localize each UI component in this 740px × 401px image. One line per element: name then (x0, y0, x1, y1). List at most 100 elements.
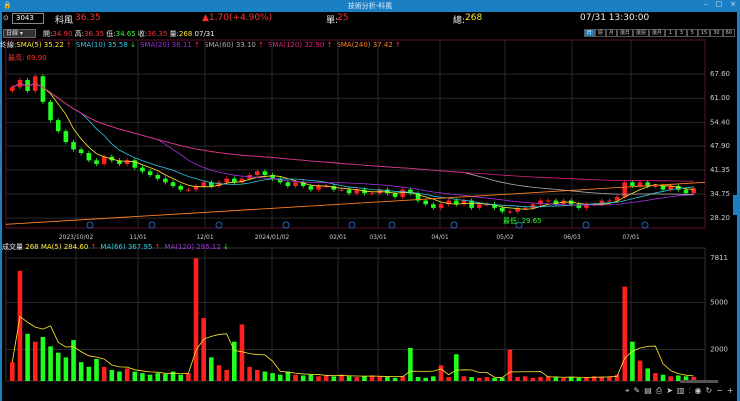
event-marker-icon (348, 221, 356, 229)
volume-bar (431, 376, 436, 381)
volume-bar (293, 374, 298, 381)
volume-bar (522, 376, 528, 381)
volume-bar (254, 369, 260, 381)
refresh-icon[interactable]: ↻ (705, 386, 712, 396)
volume-bar (224, 369, 229, 381)
price-volume-chart[interactable]: 2023/10/02 11/01 12/01 2024/01/02 02/01 03/01… (0, 0, 740, 401)
event-marker-icon (282, 221, 290, 229)
volume-tick: 7811 (710, 254, 728, 262)
volume-ma5-line (11, 315, 694, 378)
candle (637, 182, 643, 186)
candle (507, 211, 513, 213)
indicator-icon[interactable]: ⫶ (688, 386, 690, 396)
zoom-in-icon[interactable]: + (727, 386, 734, 396)
volume-bar (392, 377, 398, 381)
volume-bar (438, 365, 444, 381)
price-tick: 41.35 (710, 166, 730, 174)
volume-bar (362, 376, 367, 381)
candle (530, 204, 536, 208)
volume-bar (109, 369, 115, 381)
candle (499, 207, 505, 212)
candle (630, 182, 635, 186)
candle (101, 156, 107, 165)
candle (400, 189, 406, 197)
volume-bar (499, 377, 505, 381)
volume-bar (147, 374, 153, 381)
volume-bar (300, 375, 306, 381)
print-icon[interactable]: ⎙ (656, 386, 662, 396)
sma-20-line (12, 83, 694, 206)
volume-bar (78, 362, 84, 381)
event-marker-icon (388, 221, 396, 229)
event-marker-icon (641, 221, 649, 229)
cursor-icon[interactable]: ⌖ (625, 386, 630, 396)
event-marker-icon (148, 221, 156, 229)
volume-bar (446, 377, 451, 381)
vol-ma-item-1: MA(66) 367.95 ↑ (100, 243, 161, 251)
low-marker: 最低: 29.65 (503, 216, 542, 225)
volume-bar (622, 286, 628, 381)
candle (10, 87, 15, 91)
volume-bar (653, 373, 658, 381)
volume-bar (538, 377, 543, 381)
volume-bar (568, 377, 574, 381)
horizontal-scrollbar[interactable] (680, 380, 718, 383)
volume-bar (186, 373, 191, 381)
volume-bar (285, 371, 291, 381)
draw-icon[interactable]: ✎ (634, 386, 641, 396)
zoom-out-icon[interactable]: − (716, 386, 723, 396)
candle (86, 153, 92, 161)
candle (285, 182, 291, 186)
volume-bar (645, 368, 651, 381)
candle (545, 200, 551, 202)
eye-icon[interactable]: ◉ (694, 386, 701, 396)
candle (201, 182, 206, 186)
vol-ma-item-0: MA(5) 284.60 ↑ (40, 243, 97, 251)
volume-legend: 成交量 268 MA(5) 284.60 ↑ MA(66) 367.95 ↑ MA(… (2, 242, 233, 252)
volume-bar (247, 366, 252, 381)
sma-60-line (12, 83, 694, 195)
candle (78, 149, 84, 154)
volume-bar (484, 377, 490, 381)
date-tick: 05/02 (496, 234, 513, 241)
pointer-icon[interactable]: ➤ (666, 386, 673, 396)
date-tick: 04/01 (431, 234, 448, 241)
volume-bar (262, 371, 268, 381)
volume-bar (576, 377, 582, 381)
volume-bar (561, 377, 566, 381)
candle (155, 174, 161, 179)
volume-bar (637, 360, 643, 381)
volume-bar (377, 376, 383, 381)
volume-bar (346, 376, 352, 381)
date-tick: 2023/10/02 (59, 234, 94, 241)
volume-bar (476, 377, 482, 381)
candle (660, 185, 666, 190)
price-tick: 47.90 (710, 142, 730, 150)
price-tick: 61.00 (710, 94, 730, 102)
sma-10-line (12, 83, 694, 208)
volume-bar (530, 377, 536, 381)
candle (653, 185, 658, 187)
candle (140, 167, 145, 172)
volume-bar (492, 377, 497, 381)
volume-bar (124, 368, 130, 381)
layout-icon[interactable]: ▥ (677, 386, 685, 396)
note-icon[interactable]: ▤ (644, 386, 652, 396)
volume-bar (193, 258, 199, 381)
event-marker-icon (215, 221, 223, 229)
volume-bar (178, 374, 184, 381)
volume-bar (117, 371, 122, 381)
volume-bar (515, 377, 520, 381)
candle (170, 182, 176, 186)
vertical-scrollbar[interactable] (733, 195, 738, 215)
candle (339, 189, 344, 191)
volume-legend-label: 成交量 (2, 243, 23, 251)
date-tick: 12/01 (196, 234, 213, 241)
volume-bar (469, 377, 474, 381)
volume-bar (155, 373, 161, 381)
date-tick: 03/01 (369, 234, 386, 241)
candle (308, 185, 314, 190)
volume-bar (354, 377, 360, 381)
candle (254, 171, 260, 175)
volume-tick: 5000 (710, 298, 728, 306)
